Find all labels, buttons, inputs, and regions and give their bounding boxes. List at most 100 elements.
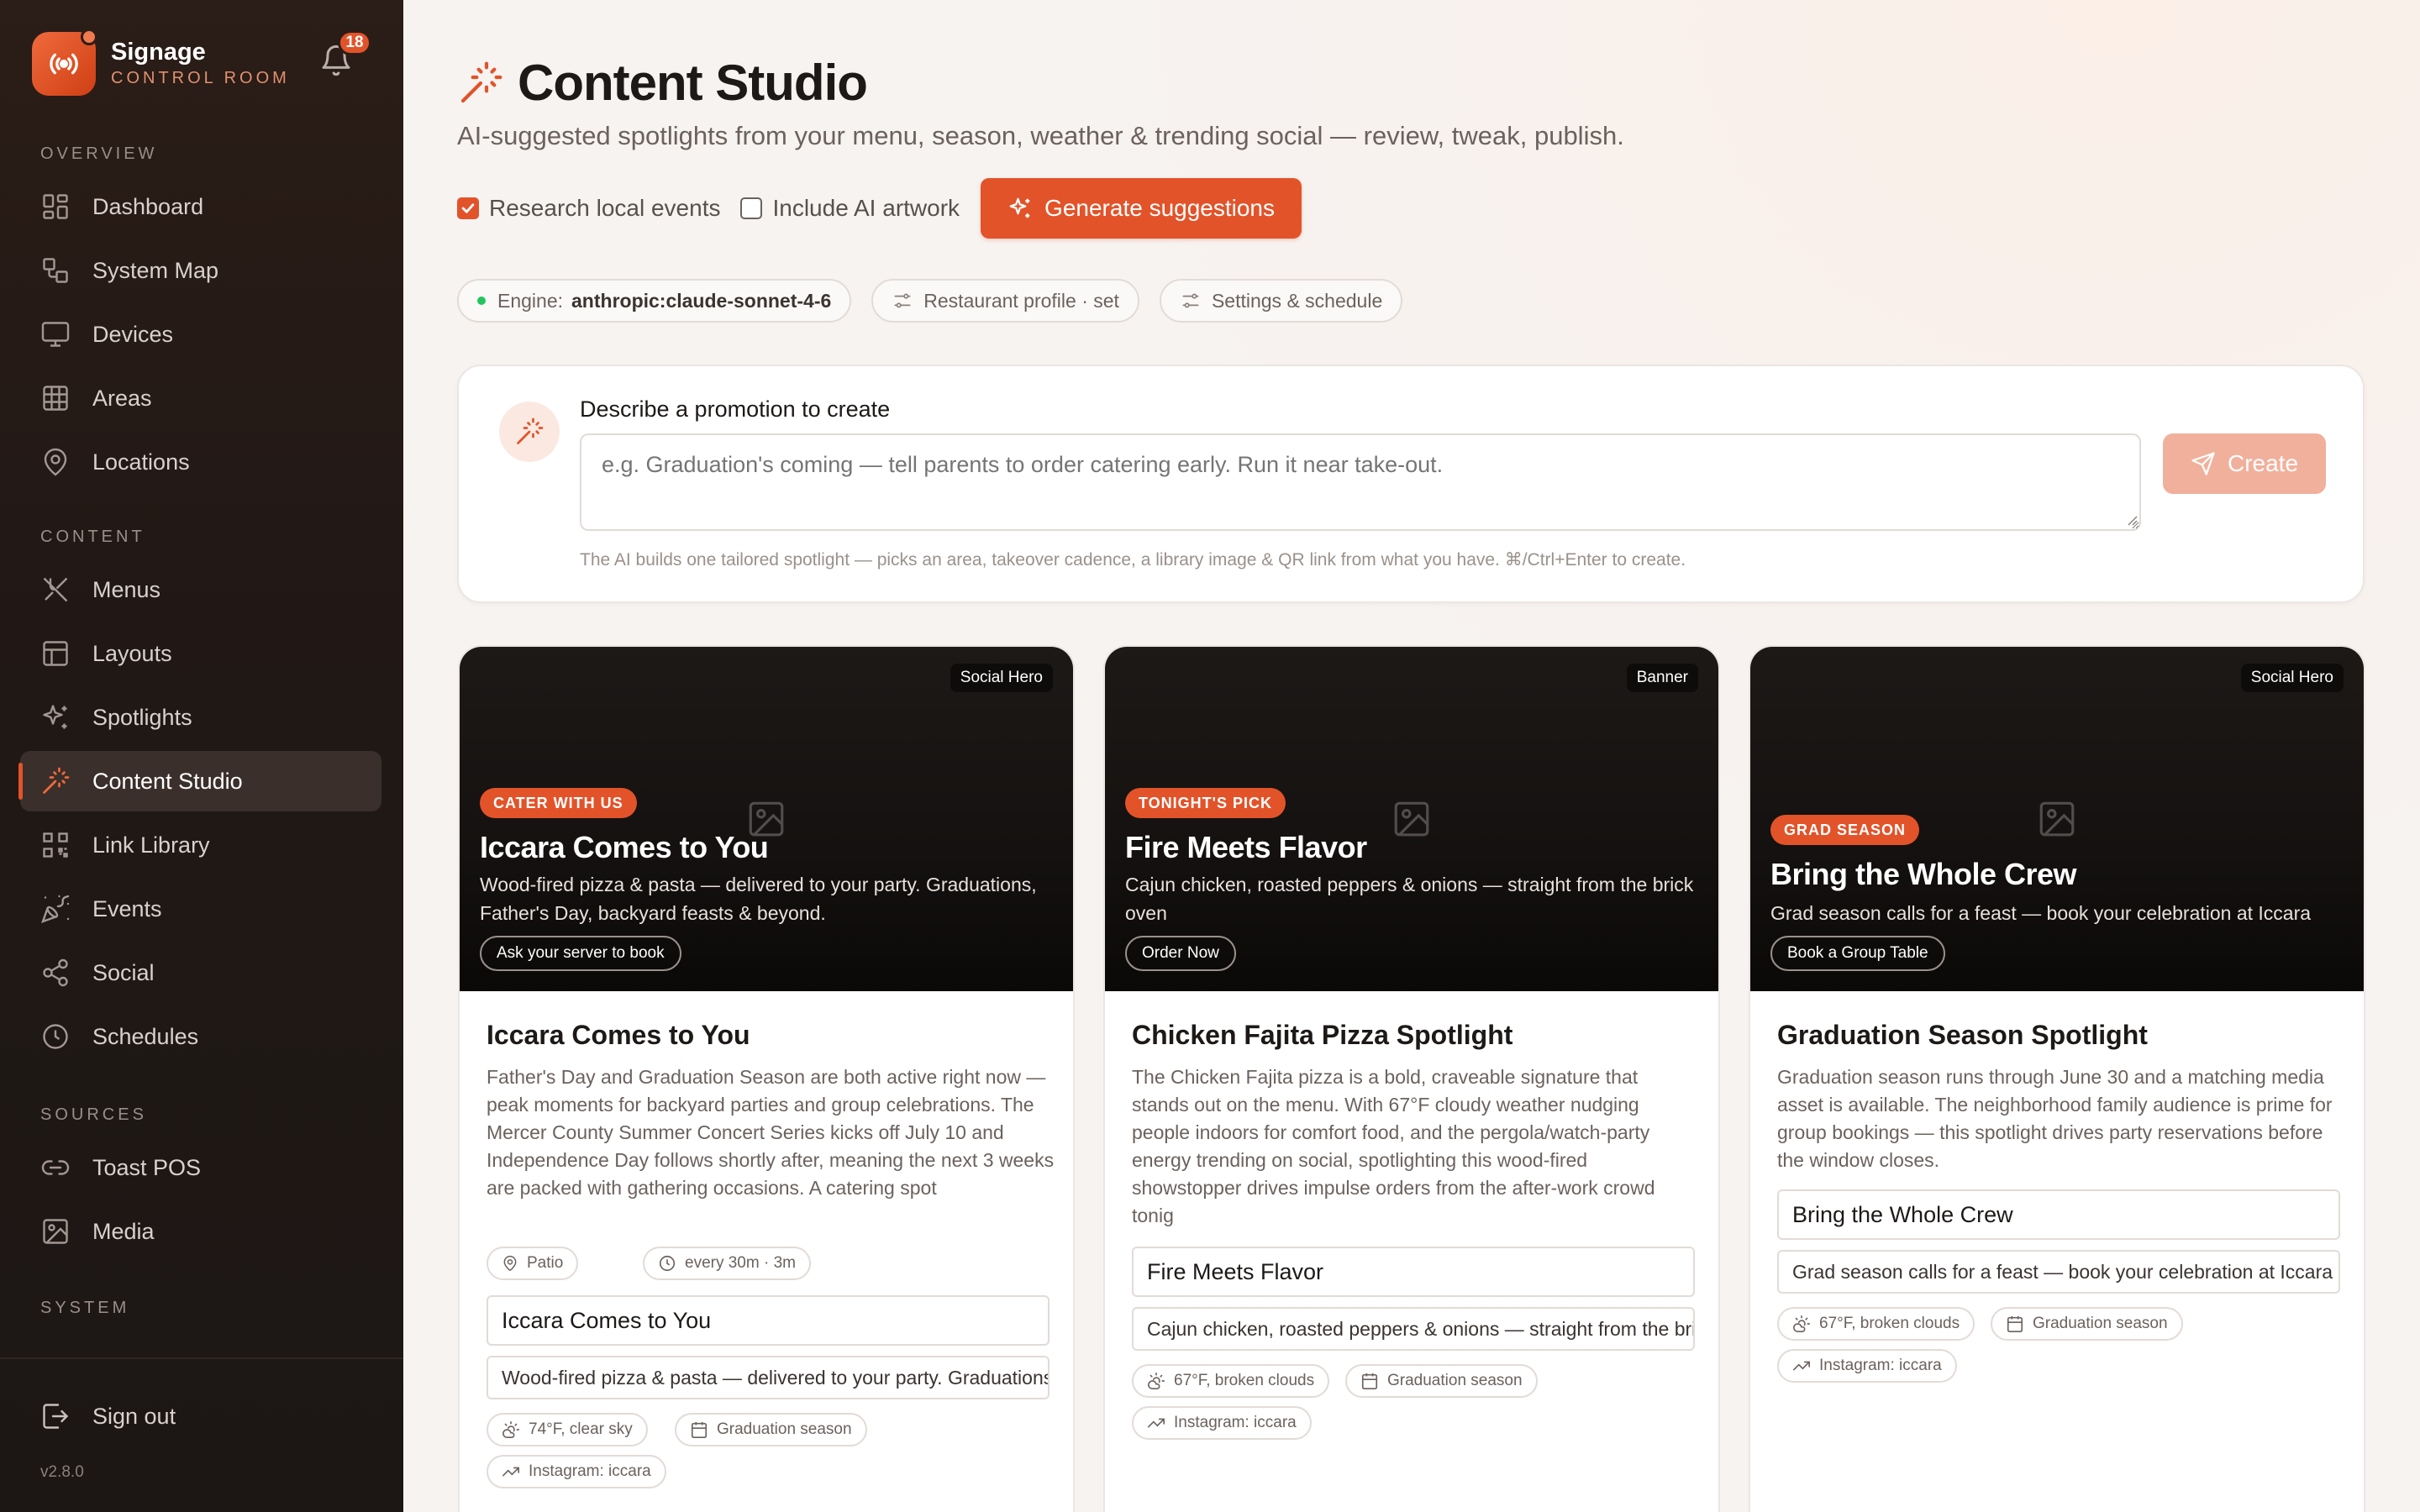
sidebar-item-label: Social [92,959,155,985]
sidebar-item-link-library[interactable]: Link Library [20,815,381,875]
hero-preview[interactable]: Banner TONIGHT'S PICK Fire Meets Flavor … [1105,647,1718,991]
research-events-checkbox[interactable]: Research local events [457,195,720,222]
trend-pill: Instagram: iccara [1132,1406,1312,1440]
page-subtitle: AI-suggested spotlights from your menu, … [457,121,1624,150]
restaurant-profile-chip[interactable]: Restaurant profile · set [871,279,1139,323]
hero-title: Fire Meets Flavor [1125,830,1367,864]
hero-body: Grad season calls for a feast — book you… [1770,902,2312,924]
sidebar-item-label: Areas [92,385,152,411]
brand-subtitle: CONTROL ROOM [111,69,290,87]
hero-preview[interactable]: Social Hero GRAD SEASON Bring the Whole … [1750,647,2364,991]
sidebar-item-dashboard[interactable]: Dashboard [20,176,381,237]
subline-field[interactable]: Wood-fired pizza & pasta — delivered to … [487,1356,1050,1399]
include-ai-artwork-label: Include AI artwork [772,195,960,221]
page-header: Content Studio [457,54,868,112]
sidebar-item-label: Content Studio [92,768,243,794]
hero-body: Wood-fired pizza & pasta — delivered to … [480,874,1037,924]
sidebar-item-spotlights[interactable]: Spotlights [20,687,381,748]
sparkles-icon [1009,197,1030,218]
season-label: Graduation season [717,1420,852,1438]
generate-suggestions-button[interactable]: Generate suggestions [981,178,1302,239]
sidebar-item-events[interactable]: Events [20,879,381,939]
clock-icon [659,1255,676,1272]
hero-body: Cajun chicken, roasted peppers & onions … [1125,874,1694,924]
settings-schedule-chip[interactable]: Settings & schedule [1159,279,1403,323]
sidebar-item-locations[interactable]: Locations [20,432,381,492]
nav-section-content: CONTENT [40,528,145,546]
hero-tag: CATER WITH US [480,788,637,818]
sidebar-item-label: Layouts [92,640,172,666]
season-pill: Graduation season [1991,1307,2183,1341]
sidebar-item-label: Schedules [92,1023,199,1049]
season-label: Graduation season [1387,1372,1523,1389]
season-pill: Graduation season [675,1413,867,1446]
log-out-icon [43,1404,69,1429]
subline-field[interactable]: Grad season calls for a feast — book you… [1777,1250,2340,1294]
cloud-sun-icon [1793,1315,1810,1332]
sliders-icon [1182,293,1199,308]
prompt-label: Describe a promotion to create [580,396,891,422]
hero-type-badge: Social Hero [950,664,1053,692]
sidebar: Signage CONTROL ROOM 18 OVERVIEW Dashboa… [0,0,403,1512]
sidebar-item-layouts[interactable]: Layouts [20,623,381,684]
headline-field[interactable]: Iccara Comes to You [487,1295,1050,1346]
sidebar-item-label: Link Library [92,832,210,858]
sidebar-item-social[interactable]: Social [20,942,381,1003]
layout-icon [43,641,68,666]
sidebar-item-label: Devices [92,321,174,347]
sidebar-item-system-map[interactable]: System Map [20,240,381,301]
weather-label: 67°F, broken clouds [1819,1315,1960,1332]
sign-out-button[interactable]: Sign out [20,1386,381,1446]
resize-handle-icon[interactable] [2126,514,2138,526]
checkbox-checked[interactable] [457,197,479,219]
sidebar-divider [0,1357,403,1359]
subline-field[interactable]: Cajun chicken, roasted peppers & onions … [1132,1307,1695,1351]
card-title: Chicken Fajita Pizza Spotlight [1132,1020,1513,1050]
sidebar-item-areas[interactable]: Areas [20,368,381,428]
image-placeholder-icon [2039,801,2075,837]
calendar-icon [2007,1315,2023,1332]
trend-pill: Instagram: iccara [1777,1349,1957,1383]
generation-controls: Research local events Include AI artwork… [457,178,1302,239]
qr-code-icon [43,832,68,858]
sidebar-item-toast-pos[interactable]: Toast POS [20,1137,381,1198]
send-icon [2191,452,2215,475]
sidebar-item-schedules[interactable]: Schedules [20,1006,381,1067]
weather-pill: 67°F, broken clouds [1777,1307,1975,1341]
sidebar-item-menus[interactable]: Menus [20,559,381,620]
sidebar-item-devices[interactable]: Devices [20,304,381,365]
magic-wand-icon [43,767,70,794]
sidebar-item-media[interactable]: Media [20,1201,381,1262]
nav-section-sources: SOURCES [40,1105,147,1124]
hero-type-badge: Social Hero [2240,664,2344,692]
card-title: Iccara Comes to You [487,1020,750,1050]
monitor-icon [41,322,70,347]
hero-preview[interactable]: Social Hero CATER WITH US Iccara Comes t… [460,647,1073,991]
image-placeholder-icon [1394,801,1429,837]
sidebar-item-label: Spotlights [92,704,192,730]
grid-icon [43,386,68,411]
create-button[interactable]: Create [2163,433,2326,494]
cloud-sun-icon [502,1421,519,1438]
sidebar-item-label: Toast POS [92,1154,202,1180]
promotion-input[interactable] [580,433,2141,531]
map-pin-icon [503,1255,517,1272]
share-icon [43,958,68,987]
include-ai-artwork-checkbox[interactable]: Include AI artwork [740,195,960,222]
trending-up-icon [502,1467,519,1477]
sidebar-item-content-studio[interactable]: Content Studio [18,751,381,811]
party-popper-icon [41,895,70,923]
magic-wand-icon [460,61,502,102]
generate-suggestions-label: Generate suggestions [1044,195,1276,221]
hero-cta: Book a Group Table [1770,936,1945,971]
headline-field[interactable]: Fire Meets Flavor [1132,1247,1695,1297]
engine-status-dot [477,297,486,305]
sign-out-label: Sign out [92,1403,176,1429]
notification-badge: 18 [338,30,371,55]
headline-field[interactable]: Bring the Whole Crew [1777,1189,2340,1240]
hero-cta: Ask your server to book [480,936,681,971]
promotion-prompt-card: Describe a promotion to create Create Th… [457,365,2365,603]
checkbox-unchecked[interactable] [740,197,763,219]
hero-tag: TONIGHT'S PICK [1125,788,1286,818]
hero-title: Bring the Whole Crew [1770,857,2077,891]
